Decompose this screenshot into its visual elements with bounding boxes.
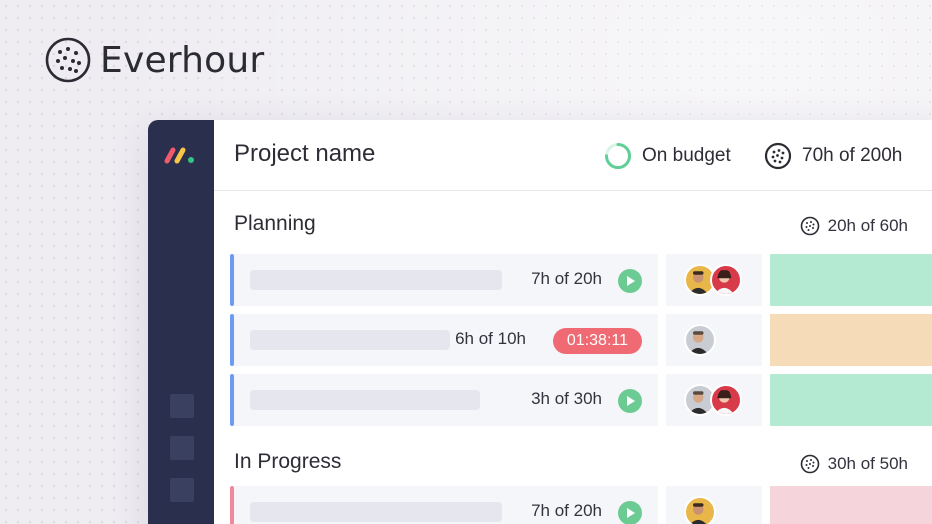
avatar [684, 496, 716, 524]
sidebar-button[interactable] [170, 478, 194, 502]
stopwatch-icon [800, 216, 819, 236]
status-cell[interactable] [770, 314, 932, 366]
budget-label: On budget [642, 145, 731, 166]
people-cell[interactable] [666, 486, 762, 524]
avatar [710, 264, 742, 296]
status-cell[interactable] [770, 486, 932, 524]
task-name-placeholder [250, 330, 450, 350]
task-cell[interactable]: 6h of 10h 01:38:11 [234, 314, 658, 366]
main-panel: Project name On budget 70h of 200h Plann… [214, 120, 932, 524]
sidebar [148, 120, 214, 524]
task-row[interactable]: 3h of 30h [230, 374, 932, 426]
task-name-placeholder [250, 270, 502, 290]
avatar [684, 324, 716, 356]
monday-logo-icon[interactable] [163, 142, 199, 166]
group-title-planning: Planning [234, 212, 316, 235]
stopwatch-icon [800, 454, 819, 474]
people-cell[interactable] [666, 374, 762, 426]
project-title: Project name [234, 140, 376, 167]
task-time: 6h of 10h [455, 329, 526, 348]
total-time[interactable]: 70h of 200h [764, 142, 902, 170]
group-estimate-label: 20h of 60h [827, 216, 908, 235]
sidebar-button[interactable] [170, 394, 194, 418]
stopwatch-icon [764, 142, 792, 170]
task-cell[interactable]: 7h of 20h [234, 486, 658, 524]
group-estimate-in-progress: 30h of 50h [800, 454, 908, 474]
task-time: 7h of 20h [531, 269, 602, 288]
status-cell[interactable] [770, 254, 932, 306]
task-cell[interactable]: 3h of 30h [234, 374, 658, 426]
status-cell[interactable] [770, 374, 932, 426]
budget-ring-icon [605, 143, 631, 169]
budget-status[interactable]: On budget [604, 142, 731, 170]
task-cell[interactable]: 7h of 20h [234, 254, 658, 306]
task-row[interactable]: 7h of 20h [230, 254, 932, 306]
task-name-placeholder [250, 390, 480, 410]
play-icon[interactable] [618, 269, 642, 293]
task-name-placeholder [250, 502, 502, 522]
people-cell[interactable] [666, 254, 762, 306]
app-window: Project name On budget 70h of 200h Plann… [148, 120, 932, 524]
sidebar-button[interactable] [170, 436, 194, 460]
group-estimate-label: 30h of 50h [827, 454, 908, 473]
task-row[interactable]: 7h of 20h [230, 486, 932, 524]
group-estimate-planning: 20h of 60h [800, 216, 908, 236]
project-header: Project name On budget 70h of 200h [214, 120, 932, 191]
play-icon[interactable] [618, 389, 642, 413]
group-title-in-progress: In Progress [234, 450, 342, 473]
everhour-logo-icon [45, 37, 91, 83]
task-time: 7h of 20h [531, 501, 602, 520]
avatar [710, 384, 742, 416]
play-icon[interactable] [618, 501, 642, 524]
total-time-label: 70h of 200h [802, 145, 903, 166]
task-row[interactable]: 6h of 10h 01:38:11 [230, 314, 932, 366]
running-timer[interactable]: 01:38:11 [552, 328, 642, 354]
people-cell[interactable] [666, 314, 762, 366]
brand-name: Everhour [100, 39, 265, 81]
everhour-logo: Everhour [44, 36, 264, 84]
task-time: 3h of 30h [531, 389, 602, 408]
